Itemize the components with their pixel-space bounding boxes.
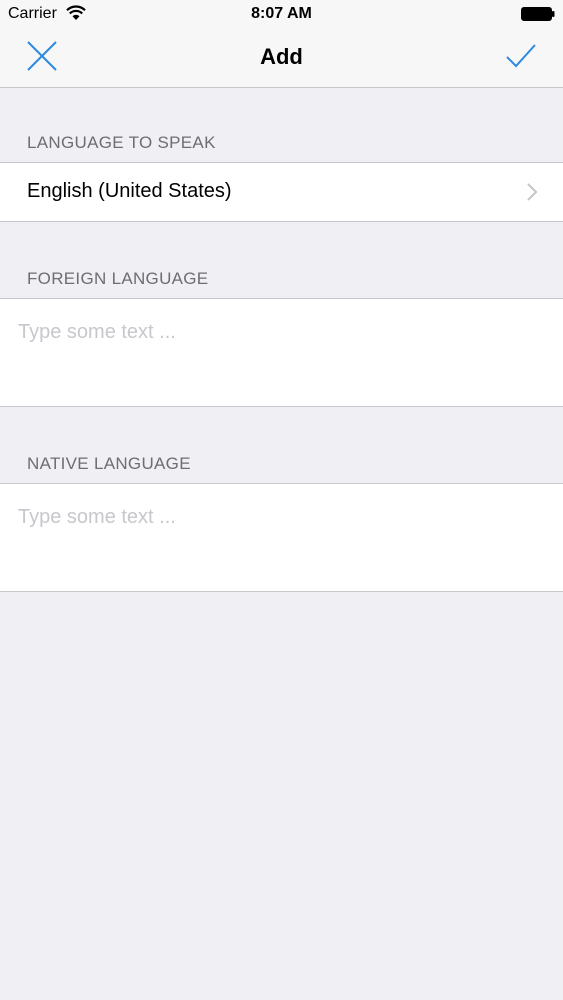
language-to-speak-value: English (United States) — [27, 180, 232, 202]
navigation-bar: Add — [0, 28, 563, 88]
language-to-speak-cell[interactable]: English (United States) — [0, 162, 563, 222]
chevron-right-icon — [525, 182, 539, 202]
battery-icon — [521, 7, 555, 21]
status-time: 8:07 AM — [251, 5, 312, 22]
status-bar: Carrier 8:07 AM — [0, 0, 563, 28]
foreign-language-input[interactable] — [18, 321, 545, 381]
checkmark-icon — [505, 43, 537, 74]
foreign-language-cell — [0, 298, 563, 407]
foreign-language-header: FOREIGN LANGUAGE — [27, 269, 209, 288]
native-language-cell — [0, 483, 563, 592]
done-button[interactable] — [499, 36, 543, 80]
page-title: Add — [260, 44, 303, 69]
language-to-speak-header: LANGUAGE TO SPEAK — [27, 133, 216, 152]
native-language-header: NATIVE LANGUAGE — [27, 454, 191, 473]
native-language-input[interactable] — [18, 506, 545, 566]
